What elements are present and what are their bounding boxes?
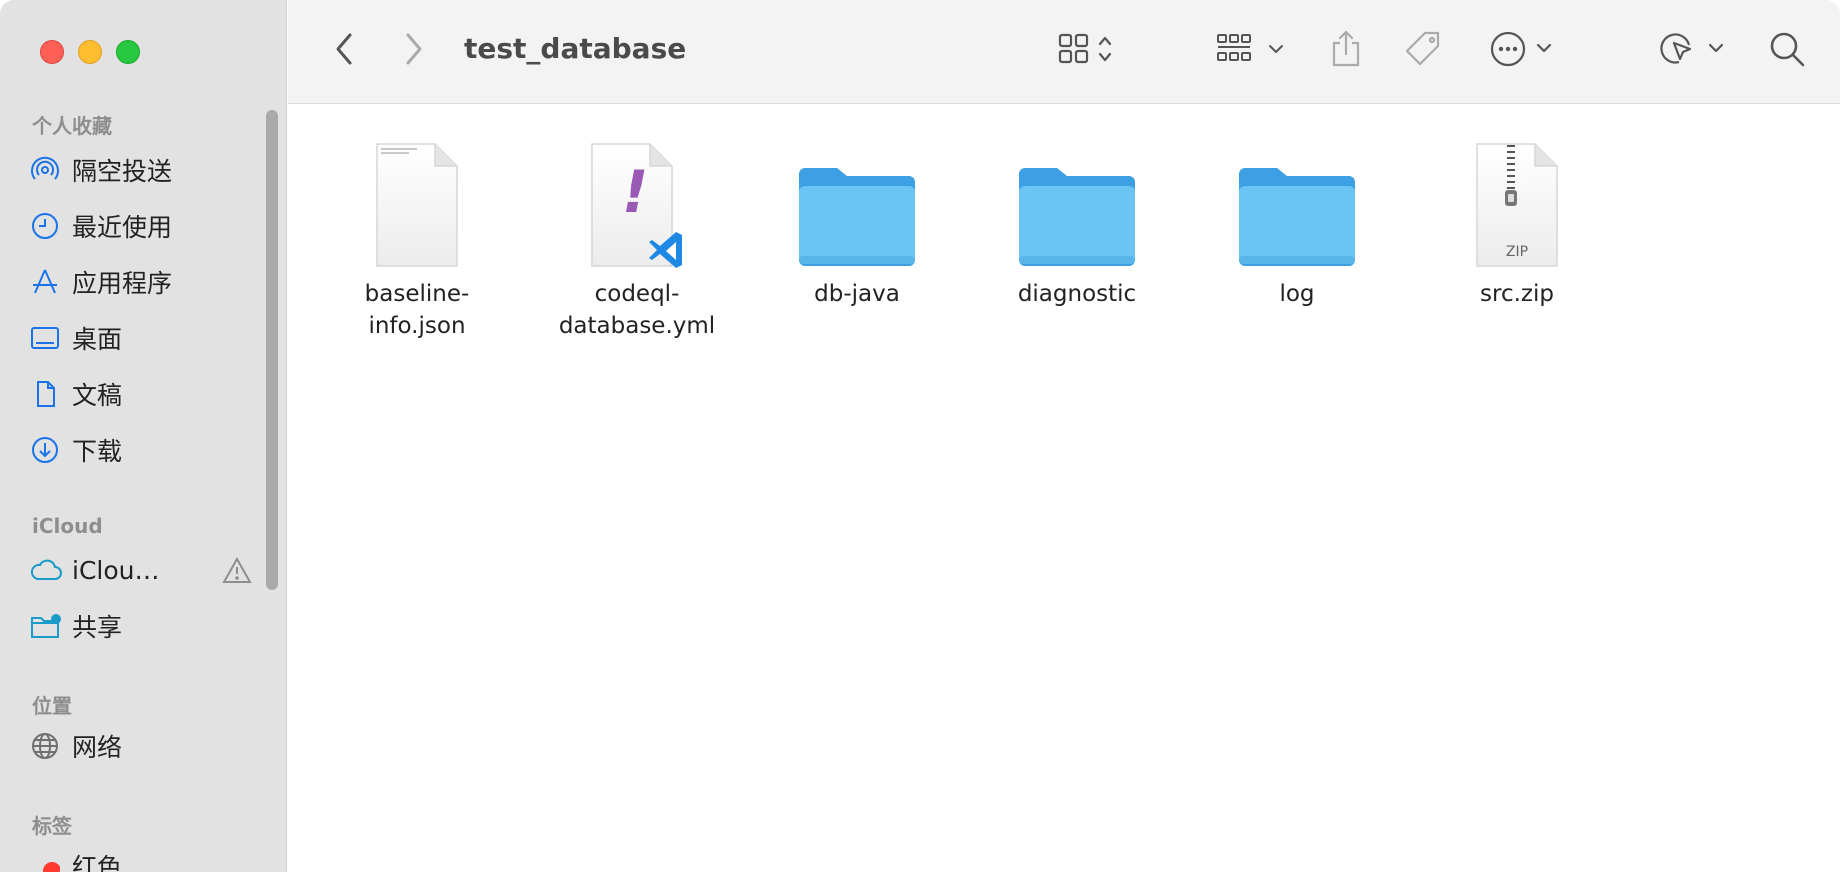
- folder-icon: [1197, 130, 1397, 270]
- file-name: baseline-info.json: [364, 281, 470, 339]
- section-tags: 标签: [32, 814, 72, 838]
- folder-icon: [757, 130, 957, 270]
- sidebar-item-label: 桌面: [72, 325, 123, 354]
- sidebar-item-downloads[interactable]: 下载: [30, 430, 270, 470]
- zip-file-icon: ZIP: [1417, 130, 1617, 270]
- sidebar-item-desktop[interactable]: 桌面: [30, 318, 270, 358]
- window-controls: [40, 40, 140, 64]
- forward-button[interactable]: [396, 30, 432, 72]
- sidebar-item-airdrop[interactable]: 隔空投送: [30, 150, 270, 190]
- desktop-icon: [30, 318, 72, 358]
- sidebar-item-label: iClou…: [72, 555, 160, 585]
- file-item[interactable]: log: [1197, 130, 1397, 310]
- chevron-left-icon: [333, 32, 355, 70]
- section-favorites: 个人收藏: [32, 114, 112, 138]
- file-name: log: [1279, 281, 1315, 307]
- cloud-icon: [30, 550, 72, 590]
- maximize-button[interactable]: [116, 40, 140, 64]
- yml-file-icon: !: [537, 130, 737, 270]
- sidebar-item-label: 文稿: [72, 381, 123, 410]
- sidebar-item-label: 应用程序: [72, 269, 173, 298]
- search-button[interactable]: [1764, 28, 1810, 74]
- zip-badge: ZIP: [1505, 244, 1529, 260]
- sidebar-item-tag-red[interactable]: 红色: [30, 846, 270, 872]
- more-button[interactable]: [1484, 28, 1564, 74]
- sidebar-scrollbar[interactable]: [266, 110, 278, 590]
- download-icon: [30, 430, 72, 470]
- sidebar-item-label: 隔空投送: [72, 157, 173, 186]
- tag-icon: [1403, 29, 1443, 73]
- file-item[interactable]: ZIP src.zip: [1417, 130, 1617, 310]
- sidebar-item-label: 最近使用: [72, 213, 173, 242]
- globe-icon: [30, 726, 72, 766]
- sidebar-item-documents[interactable]: 文稿: [30, 374, 270, 414]
- file-name: db-java: [814, 281, 900, 307]
- folder-icon: [977, 130, 1177, 270]
- back-button[interactable]: [326, 30, 362, 72]
- file-item[interactable]: ! codeql-database.yml: [537, 130, 737, 342]
- applications-icon: [30, 262, 72, 302]
- share-button[interactable]: [1326, 28, 1366, 74]
- file-name: src.zip: [1480, 281, 1554, 307]
- sidebar-item-network[interactable]: 网络: [30, 726, 270, 766]
- view-mode-button[interactable]: [1048, 30, 1128, 72]
- json-file-icon: [317, 130, 517, 270]
- tag-button[interactable]: [1400, 28, 1446, 74]
- file-name: diagnostic: [1017, 281, 1137, 307]
- window-title: test_database: [464, 32, 687, 65]
- markup-icon: [1656, 29, 1728, 73]
- finder-window: 个人收藏 隔空投送 最近使用 应用程序 桌面 文稿 下载 iCloud iClo…: [0, 0, 1840, 872]
- file-item[interactable]: baseline-info.json: [317, 130, 517, 342]
- group-button[interactable]: [1212, 30, 1292, 72]
- share-icon: [1329, 29, 1363, 73]
- section-locations: 位置: [32, 694, 72, 718]
- sidebar-item-label: 下载: [72, 437, 123, 466]
- minimize-button[interactable]: [78, 40, 102, 64]
- sidebar-item-label: 网络: [72, 733, 123, 762]
- warning-icon[interactable]: [222, 556, 252, 588]
- svg-text:!: !: [622, 158, 648, 226]
- toolbar: test_database: [288, 0, 1840, 104]
- group-icon: [1214, 31, 1290, 71]
- red-tag-icon: [30, 846, 72, 872]
- sidebar-item-icloud-drive[interactable]: iClou…: [30, 550, 270, 590]
- more-icon: [1488, 29, 1560, 73]
- grid-view-icon: [1056, 31, 1120, 71]
- sidebar-item-label: 共享: [72, 613, 123, 642]
- sidebar-item-shared[interactable]: 共享: [30, 606, 270, 646]
- file-item[interactable]: diagnostic: [977, 130, 1177, 310]
- shared-folder-icon: [30, 606, 72, 646]
- document-icon: [30, 374, 72, 414]
- file-name: codeql-database.yml: [558, 281, 716, 339]
- sidebar-item-recents[interactable]: 最近使用: [30, 206, 270, 246]
- airdrop-icon: [30, 150, 72, 190]
- sidebar: 个人收藏 隔空投送 最近使用 应用程序 桌面 文稿 下载 iCloud iClo…: [0, 0, 287, 872]
- sidebar-item-label: 红色: [72, 853, 123, 872]
- sidebar-item-applications[interactable]: 应用程序: [30, 262, 270, 302]
- close-button[interactable]: [40, 40, 64, 64]
- clock-icon: [30, 206, 72, 246]
- file-grid: baseline-info.json ! codeql-database.yml…: [288, 105, 1840, 872]
- search-icon: [1767, 29, 1807, 73]
- chevron-right-icon: [403, 32, 425, 70]
- markup-button[interactable]: [1652, 28, 1732, 74]
- file-item[interactable]: db-java: [757, 130, 957, 310]
- section-icloud: iCloud: [32, 514, 103, 538]
